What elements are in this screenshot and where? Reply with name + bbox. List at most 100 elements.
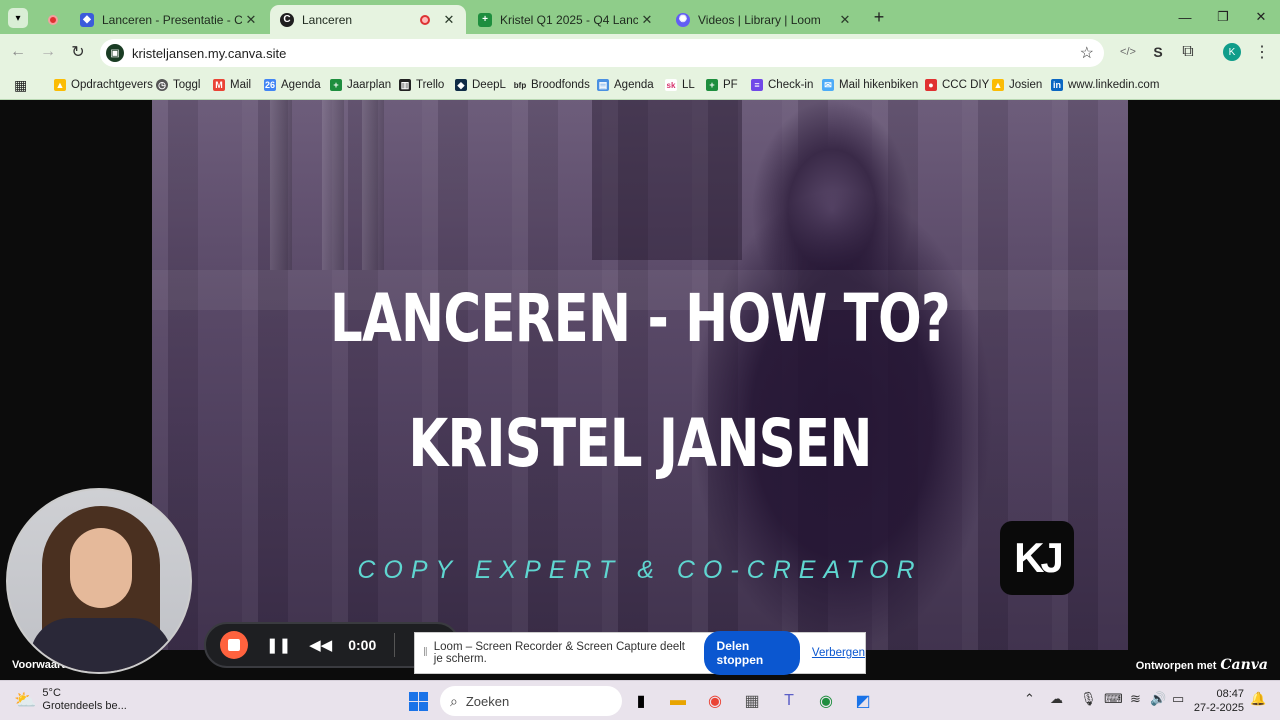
taskbar-search[interactable]: ⌕ Zoeken bbox=[440, 686, 622, 716]
tab-loom-library[interactable]: ✺ Videos | Library | Loom ✕ bbox=[666, 5, 862, 34]
pause-icon[interactable]: ❚❚ bbox=[266, 636, 291, 654]
bookmark-mail-hikenbiken[interactable]: ✉ Mail hikenbiken bbox=[822, 76, 918, 94]
bookmark-deepl[interactable]: ◆ DeepL bbox=[455, 76, 506, 94]
bookmark-linkedin[interactable]: in www.linkedin.com bbox=[1051, 76, 1159, 94]
canva-icon: C bbox=[280, 12, 294, 27]
recording-indicator-icon bbox=[420, 14, 430, 25]
bookmark-ll[interactable]: sk LL bbox=[665, 76, 695, 94]
loom-icon: ✺ bbox=[676, 12, 690, 27]
share-message: Loom – Screen Recorder & Screen Capture … bbox=[433, 641, 685, 665]
bookmark-ccc-diy[interactable]: ● CCC DIY bbox=[925, 76, 989, 94]
apps-grid-icon[interactable]: ▦ bbox=[14, 76, 27, 94]
mail-icon: ✉ bbox=[822, 79, 834, 91]
close-icon[interactable]: ✕ bbox=[836, 12, 854, 28]
close-window-button[interactable]: ✕ bbox=[1242, 0, 1280, 34]
forward-button[interactable]: → bbox=[36, 40, 60, 64]
volume-icon[interactable]: 🔊 bbox=[1150, 691, 1166, 707]
weather-widget[interactable]: ⛅ 5°C Grotendeels be... bbox=[14, 687, 127, 713]
trello-icon: ▥ bbox=[399, 79, 411, 91]
bookmarks-bar: ▦ ▲ Opdrachtgevers ◷ Toggl M Mail 26 Agenda … bbox=[0, 70, 1280, 100]
bookmark-jaarplan[interactable]: + Jaarplan bbox=[330, 76, 391, 94]
background-column bbox=[362, 100, 384, 270]
devtools-extension-icon[interactable]: </> bbox=[1116, 40, 1140, 64]
chevron-up-icon[interactable]: ⌃ bbox=[1024, 691, 1035, 707]
wifi-icon[interactable]: ≋ bbox=[1130, 691, 1141, 707]
chrome-icon[interactable]: ◉ bbox=[701, 687, 729, 715]
new-tab-button[interactable]: + bbox=[868, 6, 890, 28]
onedrive-icon[interactable]: ☁ bbox=[1050, 691, 1063, 707]
keyboard-icon[interactable]: ⌨ bbox=[1104, 691, 1123, 707]
battery-icon[interactable]: ▭ bbox=[1172, 691, 1184, 707]
rewind-icon[interactable]: ◀◀ bbox=[309, 636, 332, 654]
bookmark-broodfonds[interactable]: bfp Broodfonds bbox=[514, 76, 590, 94]
task-view-icon[interactable]: ▮ bbox=[627, 687, 655, 715]
extension-s-icon[interactable]: S bbox=[1146, 40, 1170, 64]
sheets-icon: + bbox=[478, 12, 492, 27]
tab-strip: ▾ ◆ Lanceren - Presentatie - Canva ✕ C L… bbox=[0, 0, 1280, 34]
bookmark-mail[interactable]: M Mail bbox=[213, 76, 251, 94]
recording-timer: 0:00 bbox=[348, 637, 377, 653]
reload-button[interactable]: ↻ bbox=[66, 40, 90, 64]
linkedin-icon: in bbox=[1051, 79, 1063, 91]
calculator-icon[interactable]: ▦ bbox=[738, 687, 766, 715]
bookmark-toggl[interactable]: ◷ Toggl bbox=[156, 76, 201, 94]
loom-webcam-bubble[interactable] bbox=[6, 488, 192, 674]
file-explorer-icon[interactable]: ▬ bbox=[664, 687, 692, 715]
tab-search-button[interactable]: ▾ bbox=[8, 8, 28, 28]
close-icon[interactable]: ✕ bbox=[440, 12, 458, 28]
slide-title-line-2: KRISTEL JANSEN bbox=[408, 405, 872, 482]
bookmark-agenda-google[interactable]: 26 Agenda bbox=[264, 76, 321, 94]
tab-canva-presentatie[interactable]: ◆ Lanceren - Presentatie - Canva ✕ bbox=[70, 5, 268, 34]
footer-canva-credit[interactable]: Ontworpen met Canva bbox=[1136, 657, 1268, 673]
close-icon[interactable]: ✕ bbox=[242, 12, 260, 28]
divider bbox=[394, 633, 396, 657]
bookmark-star-icon[interactable]: ☆ bbox=[1080, 43, 1094, 63]
app-blue-icon[interactable]: ◩ bbox=[849, 687, 877, 715]
extensions-puzzle-icon[interactable]: ⧉ bbox=[1176, 40, 1200, 64]
webcam-person-body bbox=[30, 618, 172, 672]
bookmark-josien[interactable]: ▲ Josien bbox=[992, 76, 1042, 94]
hide-link[interactable]: Verbergen bbox=[812, 647, 865, 659]
calendar-icon: 26 bbox=[264, 79, 276, 91]
bookmark-trello[interactable]: ▥ Trello bbox=[399, 76, 444, 94]
canva-wordmark: Canva bbox=[1220, 657, 1268, 673]
bookmark-check-in[interactable]: ≡ Check-in bbox=[751, 76, 813, 94]
stop-sharing-button[interactable]: Delen stoppen bbox=[703, 631, 800, 675]
address-bar[interactable]: ▣ kristeljansen.my.canva.site ☆ bbox=[100, 39, 1104, 67]
site-info-icon[interactable]: ▣ bbox=[106, 44, 124, 62]
drive-icon: ▲ bbox=[54, 79, 66, 91]
browser-menu-icon[interactable]: ⋮ bbox=[1250, 40, 1274, 64]
tab-record[interactable] bbox=[38, 5, 68, 34]
bookmark-agenda-outlook[interactable]: ▤ Agenda bbox=[597, 76, 654, 94]
tab-lanceren[interactable]: C Lanceren ✕ bbox=[270, 5, 466, 34]
notifications-icon[interactable]: 🔔 bbox=[1250, 691, 1266, 707]
back-button[interactable]: ← bbox=[6, 40, 30, 64]
microphone-icon[interactable]: 🎙 bbox=[1080, 691, 1097, 707]
sk-icon: sk bbox=[665, 79, 677, 91]
broodfonds-icon: bfp bbox=[513, 80, 527, 90]
forms-icon: ≡ bbox=[751, 79, 763, 91]
tab-kristel-sheet[interactable]: + Kristel Q1 2025 - Q4 Lanceer- e ✕ bbox=[468, 5, 664, 34]
teams-icon[interactable]: T bbox=[775, 687, 803, 715]
background-window bbox=[592, 100, 742, 260]
windows-start-icon[interactable] bbox=[404, 687, 432, 715]
background-column bbox=[270, 100, 292, 270]
maximize-button[interactable]: ❐ bbox=[1204, 0, 1242, 34]
chrome-profile-icon[interactable]: ◉ bbox=[812, 687, 840, 715]
profile-avatar[interactable]: K bbox=[1220, 40, 1244, 64]
cloud-sun-icon: ⛅ bbox=[14, 689, 37, 710]
record-icon bbox=[48, 14, 58, 25]
gmail-icon: M bbox=[213, 79, 225, 91]
browser-toolbar: ← → ↻ ▣ kristeljansen.my.canva.site ☆ </… bbox=[0, 34, 1280, 70]
stop-icon bbox=[228, 639, 240, 651]
bookmark-opdrachtgevers[interactable]: ▲ Opdrachtgevers bbox=[54, 76, 153, 94]
stop-recording-button[interactable] bbox=[220, 631, 248, 659]
drag-handle-icon[interactable]: ‖ bbox=[423, 647, 428, 659]
presentation-slide[interactable]: LANCEREN - HOW TO? KRISTEL JANSEN COPY E… bbox=[152, 100, 1128, 650]
taskbar-clock[interactable]: 08:47 27-2-2025 bbox=[1194, 687, 1244, 715]
bookmark-pf[interactable]: + PF bbox=[706, 76, 738, 94]
kj-logo: KJ bbox=[1000, 521, 1074, 595]
sheets-icon: + bbox=[706, 79, 718, 91]
minimize-button[interactable]: — bbox=[1166, 0, 1204, 34]
close-icon[interactable]: ✕ bbox=[638, 12, 656, 28]
